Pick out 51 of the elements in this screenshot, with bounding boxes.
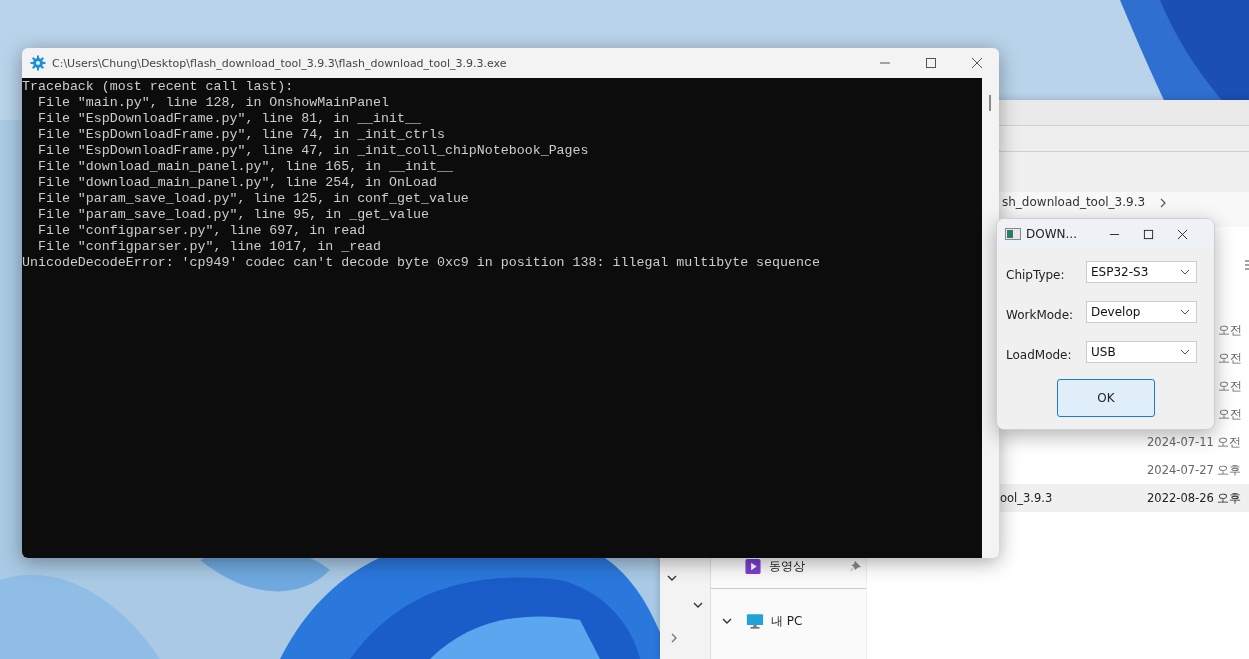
sidebar-item[interactable]: 동영상 (769, 557, 805, 575)
console-line: File "download_main_panel.py", line 254, in OnLoad (36, 175, 437, 191)
console-line: Traceback (most recent call last): (22, 79, 294, 95)
console-line: UnicodeDecodeError: 'cp949' codec can't decode byte 0xc9 in position 138: illegal multibyte sequence (22, 255, 820, 271)
chevron-down-icon[interactable] (721, 617, 733, 625)
console-line: File "EspDownloadFrame.py", line 81, in __init__ (36, 111, 421, 127)
dropdown[interactable]: Develop (1086, 301, 1197, 323)
field-label: ChipType: (1006, 267, 1066, 282)
chevron-down-icon[interactable] (692, 601, 704, 609)
window-title: C:\Users\Chung\Desktop\flash_download_tool_3.9.3\flash_download_tool_3.9.3.exe (52, 56, 507, 70)
maximize-icon[interactable] (925, 57, 937, 69)
console-line: File "EspDownloadFrame.py", line 74, in _init_ctrls (36, 127, 445, 143)
modified-date: 2024-07-27 오후 (1147, 462, 1242, 478)
breadcrumb[interactable]: sh_download_tool_3.9.3 (1002, 195, 1146, 210)
gear-icon (30, 55, 46, 71)
monitor-icon (746, 612, 764, 630)
file-name: ool_3.9.3 (1000, 491, 1054, 505)
console-line: File "param_save_load.py", line 95, in _get_value (36, 207, 429, 223)
chevron-right-icon[interactable] (670, 632, 678, 644)
console-line: File "main.py", line 128, in OnshowMainPanel (36, 95, 390, 111)
modified-date: 2024-07-11 오전 (1147, 434, 1242, 450)
dropdown[interactable]: ESP32-S3 (1086, 261, 1197, 283)
console-line: File "configparser.py", line 1017, in _read (36, 239, 382, 255)
modified-date: 오전 (1218, 322, 1242, 338)
caret-icon (1180, 269, 1190, 275)
file-row[interactable]: 2024-07-27 오후 (1000, 456, 1249, 484)
caret-icon (1180, 349, 1190, 355)
console-line: File "download_main_panel.py", line 165, in __init__ (36, 159, 453, 175)
scrollbar-thumb[interactable] (989, 95, 991, 111)
console-line: File "param_save_load.py", line 125, in conf_get_value (36, 191, 469, 207)
pin-icon[interactable] (850, 560, 862, 572)
ok-button[interactable]: OK (1057, 379, 1155, 417)
file-row[interactable]: ool_3.9.3 2022-08-26 오후 (1000, 484, 1249, 512)
close-icon[interactable] (1177, 228, 1188, 240)
chevron-down-icon[interactable] (666, 574, 678, 582)
caret-icon (1180, 309, 1190, 315)
sidebar-item[interactable]: 내 PC (771, 612, 803, 630)
file-row[interactable]: 2024-07-11 오전 (1000, 428, 1249, 456)
video-icon (744, 557, 762, 575)
modified-date: 2022-08-26 오후 (1147, 490, 1242, 506)
console-line: File "EspDownloadFrame.py", line 47, in _init_coll_chipNotebook_Pages (36, 143, 589, 159)
chevron-right-icon (1159, 197, 1168, 209)
field-label: LoadMode: (1006, 347, 1073, 362)
console-line: File "configparser.py", line 697, in read (36, 223, 366, 239)
window-title: DOWN... (1026, 227, 1078, 241)
modified-date: 오전 (1218, 406, 1242, 422)
dropdown[interactable]: USB (1086, 341, 1197, 363)
maximize-icon[interactable] (1143, 228, 1154, 240)
field-label: WorkMode: (1006, 307, 1075, 322)
close-icon[interactable] (971, 57, 983, 69)
app-icon (1005, 228, 1021, 240)
